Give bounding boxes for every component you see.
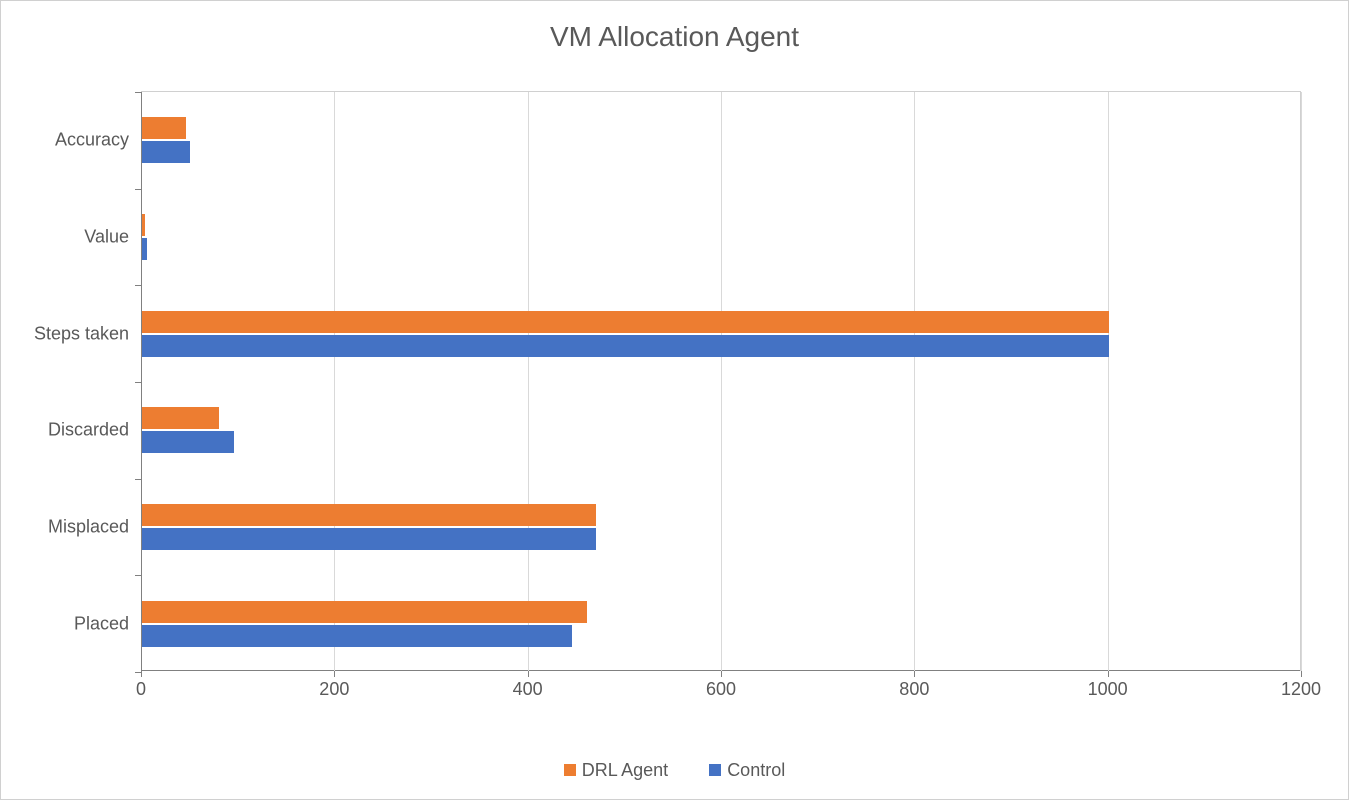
y-tick-label: Value <box>84 227 129 248</box>
legend-label-control: Control <box>727 760 785 781</box>
legend-item-drl: DRL Agent <box>564 760 668 781</box>
legend-label-drl: DRL Agent <box>582 760 668 781</box>
y-tick-mark <box>135 92 141 93</box>
bar-drl <box>142 504 596 526</box>
x-tick-mark <box>914 671 915 677</box>
gridline <box>721 92 722 671</box>
gridline <box>334 92 335 671</box>
chart-container: VM Allocation Agent 02004006008001000120… <box>0 0 1349 800</box>
y-tick-label: Steps taken <box>34 323 129 344</box>
bar-drl <box>142 407 219 429</box>
x-tick-mark <box>528 671 529 677</box>
bar-drl <box>142 214 145 236</box>
y-axis <box>141 92 142 671</box>
bar-control <box>142 335 1109 357</box>
x-tick-label: 400 <box>513 679 543 700</box>
gridline <box>528 92 529 671</box>
legend-swatch-control <box>709 764 721 776</box>
bar-control <box>142 625 572 647</box>
bar-control <box>142 238 147 260</box>
gridline <box>914 92 915 671</box>
legend-item-control: Control <box>709 760 785 781</box>
bar-drl <box>142 117 186 139</box>
x-tick-mark <box>141 671 142 677</box>
x-tick-label: 800 <box>899 679 929 700</box>
bar-control <box>142 141 190 163</box>
x-tick-mark <box>1301 671 1302 677</box>
x-tick-mark <box>1108 671 1109 677</box>
bar-drl <box>142 311 1109 333</box>
x-tick-mark <box>334 671 335 677</box>
y-tick-mark <box>135 382 141 383</box>
bar-control <box>142 528 596 550</box>
legend-swatch-drl <box>564 764 576 776</box>
x-tick-label: 600 <box>706 679 736 700</box>
y-tick-label: Accuracy <box>55 130 129 151</box>
legend: DRL Agent Control <box>1 760 1348 782</box>
gridline <box>1301 92 1302 671</box>
bar-drl <box>142 601 587 623</box>
gridline <box>1108 92 1109 671</box>
y-tick-mark <box>135 285 141 286</box>
x-tick-mark <box>721 671 722 677</box>
y-tick-mark <box>135 189 141 190</box>
y-tick-mark <box>135 479 141 480</box>
chart-title: VM Allocation Agent <box>1 1 1348 53</box>
y-tick-label: Discarded <box>48 420 129 441</box>
y-tick-label: Placed <box>74 613 129 634</box>
x-tick-label: 200 <box>319 679 349 700</box>
y-tick-mark <box>135 575 141 576</box>
x-tick-label: 0 <box>136 679 146 700</box>
bar-control <box>142 431 234 453</box>
x-tick-label: 1000 <box>1088 679 1128 700</box>
y-tick-label: Misplaced <box>48 517 129 538</box>
plot-area: 020040060080010001200PlacedMisplacedDisc… <box>141 91 1301 671</box>
x-tick-label: 1200 <box>1281 679 1321 700</box>
y-tick-mark <box>135 672 141 673</box>
